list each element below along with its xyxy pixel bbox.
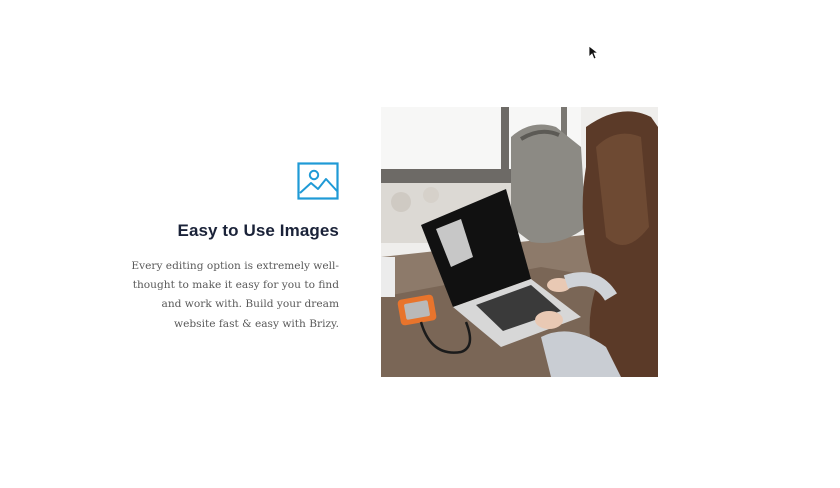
mouse-pointer-icon xyxy=(588,45,600,60)
feature-title: Easy to Use Images xyxy=(177,221,339,240)
feature-block: Easy to Use Images Every editing option … xyxy=(129,162,339,334)
feature-description: Every editing option is extremely well-t… xyxy=(131,260,339,330)
image-icon xyxy=(297,162,339,200)
feature-photo xyxy=(381,107,658,377)
page: Easy to Use Images Every editing option … xyxy=(0,0,840,488)
